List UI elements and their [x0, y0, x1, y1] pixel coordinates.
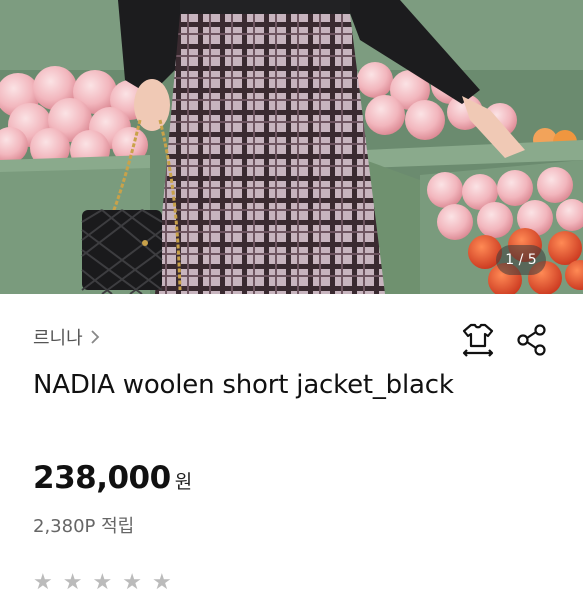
share-icon [517, 324, 546, 356]
action-icons [461, 322, 549, 358]
star-icon: ★ [62, 570, 83, 595]
price-row: 238,000 원 [33, 460, 192, 496]
reward-points: 2,380P 적립 [33, 516, 135, 537]
star-icon: ★ [122, 570, 142, 595]
quilted-bag [81, 209, 163, 294]
star-icon: ★ [33, 570, 53, 595]
price-currency: 원 [174, 471, 193, 493]
size-guide-button[interactable] [461, 322, 495, 358]
product-price: 238,000 [33, 460, 171, 496]
rating-stars[interactable]: ★ ★ ★ ★ ★ [33, 572, 172, 594]
tshirt-size-icon [462, 323, 494, 357]
brand-name: 르니나 [33, 328, 83, 349]
star-icon: ★ [92, 570, 113, 595]
brand-link[interactable]: 르니나 [33, 324, 101, 350]
image-counter: 1 / 5 [496, 245, 546, 275]
star-icon: ★ [151, 570, 172, 595]
product-image[interactable]: 1 / 5 [0, 0, 583, 294]
product-photo-illustration [0, 0, 583, 294]
chevron-right-icon [91, 330, 99, 344]
product-title: NADIA woolen short jacket_black [33, 370, 454, 400]
share-button[interactable] [515, 322, 549, 358]
peach-pile-left [0, 66, 150, 170]
